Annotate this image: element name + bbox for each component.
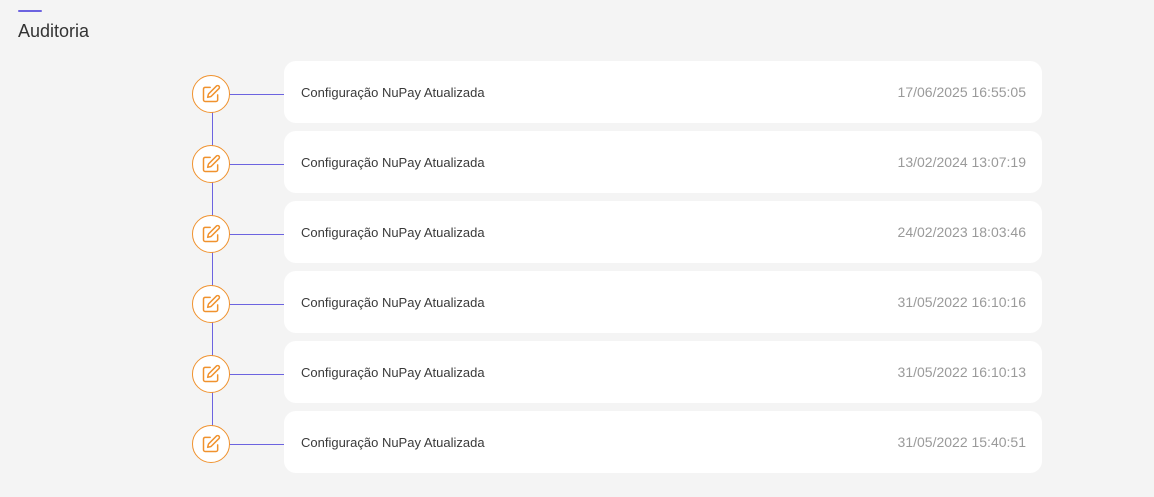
edit-icon <box>201 224 221 244</box>
event-timestamp: 31/05/2022 15:40:51 <box>897 434 1026 450</box>
timeline-node <box>192 285 230 323</box>
timeline-node <box>192 75 230 113</box>
audit-card[interactable]: Configuração NuPay Atualizada 24/02/2023… <box>284 201 1042 263</box>
event-timestamp: 17/06/2025 16:55:05 <box>897 84 1026 100</box>
audit-card[interactable]: Configuração NuPay Atualizada 31/05/2022… <box>284 341 1042 403</box>
event-label: Configuração NuPay Atualizada <box>301 224 485 240</box>
event-timestamp: 13/02/2024 13:07:19 <box>897 154 1026 170</box>
timeline-entry: Configuração NuPay Atualizada 13/02/2024… <box>0 131 1154 193</box>
event-label: Configuração NuPay Atualizada <box>301 154 485 170</box>
event-label: Configuração NuPay Atualizada <box>301 434 485 450</box>
audit-card[interactable]: Configuração NuPay Atualizada 31/05/2022… <box>284 411 1042 473</box>
edit-icon <box>201 294 221 314</box>
timeline-node <box>192 355 230 393</box>
event-label: Configuração NuPay Atualizada <box>301 364 485 380</box>
event-timestamp: 24/02/2023 18:03:46 <box>897 224 1026 240</box>
timeline-node <box>192 215 230 253</box>
edit-icon <box>201 364 221 384</box>
event-timestamp: 31/05/2022 16:10:13 <box>897 364 1026 380</box>
event-label: Configuração NuPay Atualizada <box>301 294 485 310</box>
audit-card[interactable]: Configuração NuPay Atualizada 31/05/2022… <box>284 271 1042 333</box>
event-label: Configuração NuPay Atualizada <box>301 84 485 100</box>
audit-timeline: Configuração NuPay Atualizada 17/06/2025… <box>0 0 1154 497</box>
event-timestamp: 31/05/2022 16:10:16 <box>897 294 1026 310</box>
timeline-entry: Configuração NuPay Atualizada 31/05/2022… <box>0 271 1154 333</box>
edit-icon <box>201 154 221 174</box>
timeline-entry: Configuração NuPay Atualizada 31/05/2022… <box>0 411 1154 473</box>
audit-card[interactable]: Configuração NuPay Atualizada 17/06/2025… <box>284 61 1042 123</box>
timeline-entry: Configuração NuPay Atualizada 31/05/2022… <box>0 341 1154 403</box>
timeline-entry: Configuração NuPay Atualizada 17/06/2025… <box>0 61 1154 123</box>
timeline-entry: Configuração NuPay Atualizada 24/02/2023… <box>0 201 1154 263</box>
audit-card[interactable]: Configuração NuPay Atualizada 13/02/2024… <box>284 131 1042 193</box>
timeline-node <box>192 145 230 183</box>
edit-icon <box>201 84 221 104</box>
edit-icon <box>201 434 221 454</box>
timeline-node <box>192 425 230 463</box>
